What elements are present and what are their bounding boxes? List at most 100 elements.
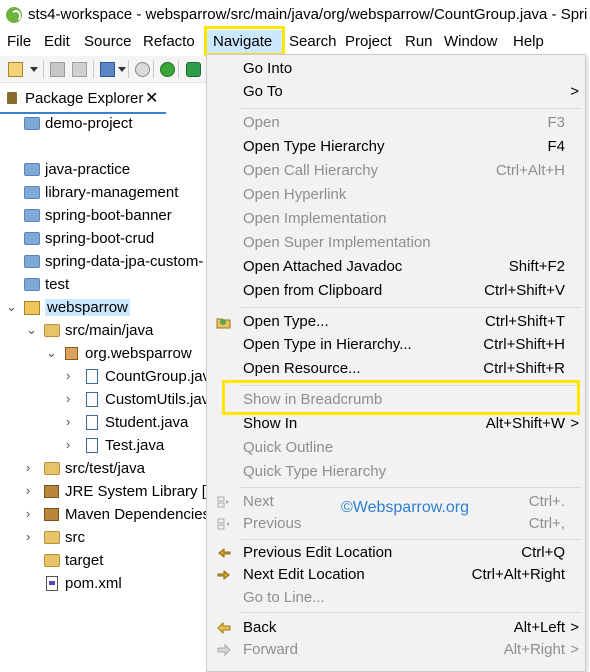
chevron-right-icon[interactable]: › bbox=[26, 460, 30, 475]
chevron-right-icon[interactable]: › bbox=[66, 414, 70, 429]
menu-item-open-resource[interactable]: Open Resource... Ctrl+Shift+R bbox=[207, 358, 585, 381]
menu-item-quick-type-hierarchy[interactable]: Quick Type Hierarchy bbox=[207, 461, 585, 484]
tree-item-src-main-java[interactable]: ⌄ src/main/java bbox=[0, 320, 206, 343]
menu-item-forward[interactable]: Forward Alt+Right > bbox=[207, 639, 585, 662]
navigate-highlight-box bbox=[204, 26, 285, 56]
menu-item-open-super-implementation[interactable]: Open Super Implementation bbox=[207, 232, 585, 255]
tree-item-src[interactable]: › src bbox=[0, 527, 206, 550]
chevron-down-icon[interactable]: ⌄ bbox=[6, 299, 17, 315]
tree-item-label: src bbox=[65, 529, 85, 546]
tree-item-label: pom.xml bbox=[65, 575, 122, 592]
tree-item-spring-boot-crud[interactable]: spring-boot-crud bbox=[0, 228, 206, 251]
debug-icon[interactable] bbox=[186, 62, 201, 77]
menu-item-open-from-clipboard[interactable]: Open from Clipboard Ctrl+Shift+V bbox=[207, 280, 585, 303]
menu-run[interactable]: Run bbox=[405, 33, 433, 50]
menu-item-label: Forward bbox=[243, 641, 299, 658]
chevron-right-icon[interactable]: › bbox=[66, 368, 70, 383]
menu-item-previous-edit-location[interactable]: Previous Edit Location Ctrl+Q bbox=[207, 542, 585, 565]
tree-item-pom-xml[interactable]: pom.xml bbox=[0, 573, 206, 596]
library-icon bbox=[44, 485, 59, 498]
menu-item-show-in[interactable]: Show In Alt+Shift+W > bbox=[207, 413, 585, 436]
menu-item-back[interactable]: Back Alt+Left > bbox=[207, 617, 585, 640]
submenu-arrow-icon: > bbox=[570, 619, 579, 636]
menu-item-quick-outline[interactable]: Quick Outline bbox=[207, 437, 585, 460]
tree-item-label: spring-boot-banner bbox=[45, 207, 172, 224]
menu-refactor[interactable]: Refacto bbox=[143, 33, 195, 50]
menu-item-open-call-hierarchy[interactable]: Open Call Hierarchy Ctrl+Alt+H bbox=[207, 160, 585, 183]
chevron-down-icon[interactable] bbox=[118, 67, 126, 72]
menu-project[interactable]: Project bbox=[345, 33, 392, 50]
chevron-right-icon[interactable]: › bbox=[26, 506, 30, 521]
chevron-down-icon[interactable]: ⌄ bbox=[46, 345, 57, 361]
menu-item-label: Next Edit Location bbox=[243, 566, 365, 583]
tab-package-explorer[interactable]: Package Explorer ✕ bbox=[0, 84, 166, 114]
menu-item-open-hyperlink[interactable]: Open Hyperlink bbox=[207, 184, 585, 207]
save-all-icon[interactable] bbox=[72, 62, 87, 77]
menu-item-label: Open Attached Javadoc bbox=[243, 258, 403, 275]
tree-item-demo-project[interactable]: demo-project bbox=[0, 113, 206, 136]
project-folder-icon bbox=[24, 278, 40, 291]
menu-item-go-to[interactable]: Go To > bbox=[207, 81, 585, 104]
menu-item-shortcut: Ctrl+Shift+H bbox=[483, 336, 565, 353]
show-in-breadcrumb-highlight-box bbox=[222, 380, 580, 415]
menu-item-open-type-in-hierarchy[interactable]: Open Type in Hierarchy... Ctrl+Shift+H bbox=[207, 334, 585, 357]
menu-item-open[interactable]: Open F3 bbox=[207, 112, 585, 135]
chevron-down-icon[interactable] bbox=[30, 67, 38, 72]
skip-breakpoints-icon[interactable] bbox=[135, 62, 150, 77]
boot-dashboard-icon[interactable] bbox=[160, 62, 175, 77]
chevron-right-icon[interactable]: › bbox=[66, 391, 70, 406]
tree-item-label: src/main/java bbox=[65, 322, 154, 339]
tree-item-spring-data-jpa[interactable]: spring-data-jpa-custom- bbox=[0, 251, 206, 274]
menu-item-open-attached-javadoc[interactable]: Open Attached Javadoc Shift+F2 bbox=[207, 256, 585, 279]
tree-item-target[interactable]: target bbox=[0, 550, 206, 573]
tree-item-label: target bbox=[65, 552, 104, 569]
tree-item-test[interactable]: test bbox=[0, 274, 206, 297]
chevron-right-icon[interactable]: › bbox=[26, 529, 30, 544]
tree-item-maven-dependencies[interactable]: › Maven Dependencies bbox=[0, 504, 206, 527]
tree-item-test-java[interactable]: › Test.java bbox=[0, 435, 206, 458]
chevron-down-icon[interactable]: ⌄ bbox=[26, 322, 37, 338]
tree-item-customutils-java[interactable]: › CustomUtils.java bbox=[0, 389, 206, 412]
menu-help[interactable]: Help bbox=[513, 33, 544, 50]
tree-item-java-practice[interactable]: java-practice bbox=[0, 159, 206, 182]
terminal-icon[interactable] bbox=[100, 62, 115, 77]
menu-item-open-type-hierarchy[interactable]: Open Type Hierarchy F4 bbox=[207, 136, 585, 159]
tree-item-library-management[interactable]: library-management bbox=[0, 182, 206, 205]
save-icon[interactable] bbox=[50, 62, 65, 77]
tree-item-student-java[interactable]: › Student.java bbox=[0, 412, 206, 435]
menu-item-open-type[interactable]: Open Type... Ctrl+Shift+T bbox=[207, 311, 585, 334]
menu-item-open-implementation[interactable]: Open Implementation bbox=[207, 208, 585, 231]
tree-item-src-test-java[interactable]: › src/test/java bbox=[0, 458, 206, 481]
menu-file[interactable]: File bbox=[7, 33, 31, 50]
menu-item-next-edit-location[interactable]: Next Edit Location Ctrl+Alt+Right bbox=[207, 564, 585, 587]
menu-search[interactable]: Search bbox=[289, 33, 337, 50]
watermark: ©Websparrow.org bbox=[341, 499, 469, 516]
menu-item-shortcut: Ctrl+Q bbox=[521, 544, 565, 561]
menu-window[interactable]: Window bbox=[444, 33, 497, 50]
tree-item-label: spring-data-jpa-custom- bbox=[45, 253, 204, 270]
tree-item-countgroup-java[interactable]: › CountGroup.java bbox=[0, 366, 206, 389]
open-type-icon bbox=[216, 315, 232, 332]
menu-item-go-to-line[interactable]: Go to Line... bbox=[207, 587, 585, 610]
tree-item-spring-boot-banner[interactable]: spring-boot-banner bbox=[0, 205, 206, 228]
spring-tool-suite-icon bbox=[6, 7, 22, 23]
tree-item-jre-system-library[interactable]: › JRE System Library [Ja bbox=[0, 481, 206, 504]
menu-edit[interactable]: Edit bbox=[44, 33, 70, 50]
package-icon bbox=[65, 347, 78, 360]
java-file-icon bbox=[86, 392, 98, 407]
toolbar-separator bbox=[93, 60, 94, 78]
tree-item-label: Maven Dependencies bbox=[65, 506, 206, 523]
close-icon[interactable]: ✕ bbox=[145, 88, 158, 108]
tree-item-org-websparrow[interactable]: ⌄ org.websparrow bbox=[0, 343, 206, 366]
chevron-right-icon[interactable]: › bbox=[66, 437, 70, 452]
menu-item-label: Show In bbox=[243, 415, 298, 432]
java-file-icon bbox=[86, 369, 98, 384]
chevron-right-icon[interactable]: › bbox=[26, 483, 30, 498]
tree-item-websparrow[interactable]: ⌄ websparrow bbox=[0, 297, 206, 320]
menu-item-go-into[interactable]: Go Into bbox=[207, 58, 585, 81]
next-annotation-icon bbox=[216, 495, 230, 512]
new-icon[interactable] bbox=[8, 62, 23, 77]
package-explorer: Package Explorer ✕ demo-project java-pra… bbox=[0, 84, 206, 672]
tree-item-label: CustomUtils.java bbox=[105, 391, 206, 408]
menu-source[interactable]: Source bbox=[84, 33, 132, 50]
